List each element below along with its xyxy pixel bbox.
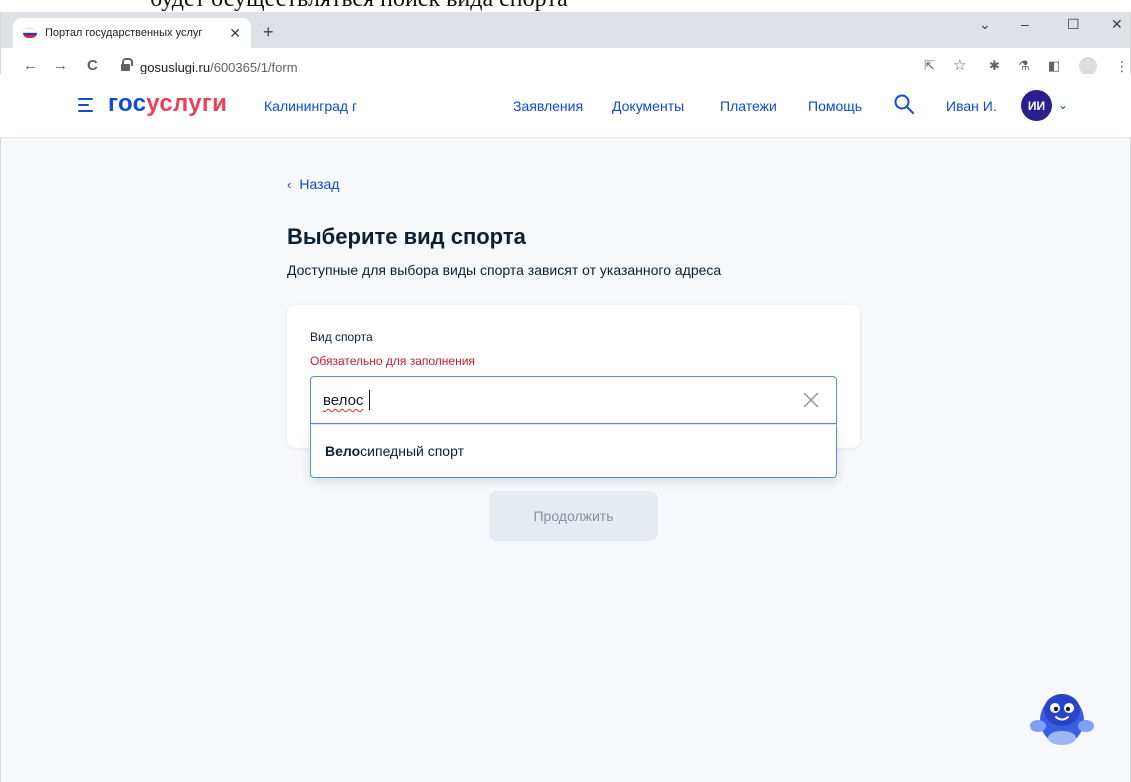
back-label: Назад — [299, 176, 340, 192]
field-label: Вид спорта — [310, 330, 373, 344]
back-link[interactable]: ‹ Назад — [287, 176, 339, 192]
browser-menu-icon[interactable]: ⋮ — [1115, 58, 1129, 75]
extensions-icon[interactable]: ✱ — [989, 58, 1000, 74]
russia-flag-icon — [23, 28, 37, 38]
chevron-left-icon: ‹ — [287, 176, 292, 192]
document-text-strip: будет осуществляться поиск вида спорта — [0, 0, 1131, 12]
page-title: Выберите вид спорта — [287, 224, 526, 249]
suggestion-option[interactable]: Велосипедный спорт — [325, 443, 464, 459]
suggestion-dropdown: Велосипедный спорт — [310, 424, 837, 478]
maximize-icon[interactable]: ☐ — [1067, 16, 1080, 33]
lock-icon — [121, 58, 133, 72]
document-text: будет осуществляться поиск вида спорта — [150, 0, 568, 12]
user-name[interactable]: Иван И. — [946, 98, 997, 114]
nav-payments[interactable]: Платежи — [720, 98, 777, 114]
search-icon[interactable] — [894, 94, 914, 114]
reload-icon[interactable]: C — [87, 57, 98, 74]
side-panel-icon[interactable]: ◧ — [1048, 58, 1060, 74]
forward-arrow-icon[interactable]: → — [53, 57, 68, 74]
option-rest: сипедный спорт — [360, 443, 464, 459]
minimize-icon[interactable]: – — [1021, 16, 1029, 32]
tab-bar: Портал государственных услуг ✕ + ⌄ – ☐ ✕ — [1, 12, 1130, 48]
continue-button[interactable]: Продолжить — [489, 491, 658, 541]
new-tab-icon[interactable]: + — [263, 22, 274, 43]
site-header: госуслуги Калининград г Заявления Докуме… — [0, 74, 1131, 138]
text-caret — [369, 390, 370, 410]
sport-input-value: велос — [323, 392, 364, 409]
page-subtitle: Доступные для выбора виды спорта зависят… — [287, 262, 722, 278]
sport-search-input[interactable]: велос — [310, 376, 837, 424]
city-selector[interactable]: Калининград г — [264, 98, 357, 114]
nav-documents[interactable]: Документы — [612, 98, 684, 114]
nav-applications[interactable]: Заявления — [513, 98, 583, 114]
robot-assistant-icon[interactable] — [1028, 680, 1096, 748]
window-close-icon[interactable]: ✕ — [1111, 16, 1123, 33]
avatar[interactable]: ИИ — [1021, 90, 1052, 121]
field-error: Обязательно для заполнения — [310, 354, 475, 368]
clear-input-icon[interactable] — [802, 391, 820, 409]
gosuslugi-logo[interactable]: госуслуги — [108, 90, 227, 118]
url-path: /600365/1/form — [210, 59, 298, 75]
labs-icon[interactable]: ⚗ — [1018, 58, 1030, 74]
tab-title: Портал государственных услуг — [45, 27, 203, 39]
tab-close-icon[interactable]: ✕ — [229, 25, 241, 42]
option-match: Вело — [325, 443, 361, 459]
bookmark-star-icon[interactable]: ☆ — [953, 56, 966, 74]
tab-search-icon[interactable]: ⌄ — [979, 16, 991, 33]
nav-help[interactable]: Помощь — [808, 98, 862, 114]
menu-burger-icon[interactable] — [78, 98, 93, 112]
url-host: gosuslugi.ru — [140, 59, 211, 75]
browser-tab[interactable]: Портал государственных услуг ✕ — [13, 18, 251, 48]
profile-icon[interactable] — [1079, 57, 1097, 75]
chevron-down-icon[interactable]: ⌄ — [1058, 98, 1068, 112]
back-arrow-icon[interactable]: ← — [23, 57, 38, 74]
share-icon[interactable]: ⇱ — [924, 58, 935, 74]
